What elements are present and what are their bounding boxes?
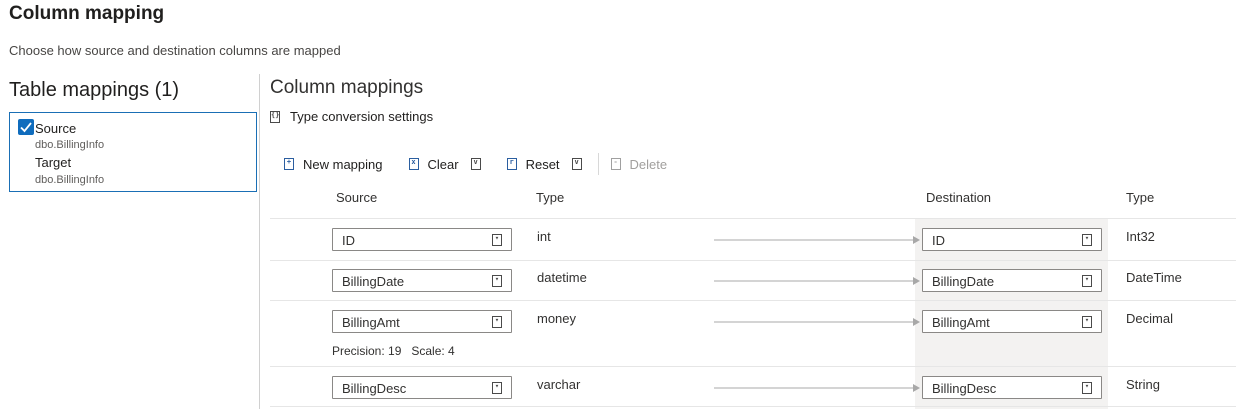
header-source: Source <box>336 190 378 205</box>
header-destination: Destination <box>926 190 992 205</box>
mapping-source-label: Source <box>35 121 77 136</box>
dropdown-icon: ▾ <box>492 234 502 246</box>
row-divider <box>270 300 1236 301</box>
reset-button[interactable]: r Reset <box>493 157 560 172</box>
new-mapping-label: New mapping <box>303 156 383 172</box>
row-divider <box>270 260 1236 261</box>
column-mappings-heading: Column mappings <box>270 77 424 98</box>
mapping-target-label: Target <box>35 155 72 170</box>
source-column-value: BillingAmt <box>342 315 400 330</box>
source-column-field[interactable]: BillingAmt ▾ <box>332 310 512 333</box>
type-conversion-label: Type conversion settings <box>290 109 434 124</box>
type-conversion-settings-button[interactable]: {} Type conversion settings <box>270 109 433 124</box>
delete-label: Delete <box>629 156 668 172</box>
source-column-field[interactable]: BillingDate ▾ <box>332 269 512 292</box>
page-subtitle: Choose how source and destination column… <box>9 43 341 58</box>
source-column-field[interactable]: ID ▾ <box>332 228 512 251</box>
dropdown-icon: ▾ <box>1082 382 1092 394</box>
panel-divider <box>259 74 260 409</box>
dropdown-icon: v <box>571 158 582 170</box>
destination-column-value: BillingDate <box>932 274 995 289</box>
destination-type: String <box>1126 377 1160 392</box>
dropdown-icon: v <box>470 158 481 170</box>
delete-button[interactable]: - Delete <box>605 156 668 172</box>
toolbar-separator <box>597 153 599 175</box>
reset-dropdown-button[interactable]: v <box>571 158 582 170</box>
dropdown-icon: ▾ <box>1082 234 1092 246</box>
dropdown-icon: ▾ <box>1082 275 1092 287</box>
dropdown-icon: ▾ <box>492 275 502 287</box>
clear-button[interactable]: x Clear <box>395 157 459 172</box>
row-divider <box>270 366 1236 367</box>
new-mapping-button[interactable]: + New mapping <box>270 157 383 172</box>
mapping-target-table: dbo.BillingInfo <box>35 174 105 186</box>
mapping-arrow-icon <box>714 236 920 244</box>
destination-type: DateTime <box>1126 270 1182 285</box>
clear-dropdown-button[interactable]: v <box>470 158 481 170</box>
table-mapping-item[interactable]: Source dbo.BillingInfo Target dbo.Billin… <box>9 112 257 192</box>
destination-column-value: ID <box>932 233 945 248</box>
page-title: Column mapping <box>9 3 165 24</box>
source-type: money <box>537 311 577 326</box>
destination-column-value: BillingDesc <box>932 381 997 396</box>
dropdown-icon: ▾ <box>492 316 502 328</box>
row-divider <box>270 406 1236 407</box>
type-conversion-icon: {} <box>270 110 280 123</box>
checkbox-checked-icon[interactable] <box>18 119 34 135</box>
destination-column-field[interactable]: BillingDesc ▾ <box>922 376 1102 399</box>
dropdown-icon: ▾ <box>492 382 502 394</box>
destination-type: Decimal <box>1126 311 1173 326</box>
clear-icon: x <box>408 158 419 170</box>
source-type: int <box>537 229 551 244</box>
precision-scale-text: Precision: 19 Scale: 4 <box>332 344 455 358</box>
clear-label: Clear <box>427 156 459 172</box>
destination-column-value: BillingAmt <box>932 315 990 330</box>
destination-column-field[interactable]: ID ▾ <box>922 228 1102 251</box>
table-mappings-heading: Table mappings (1) <box>9 79 180 101</box>
destination-column-field[interactable]: BillingDate ▾ <box>922 269 1102 292</box>
mapping-arrow-icon <box>714 277 920 285</box>
header-type: Type <box>536 190 565 205</box>
mapping-arrow-icon <box>714 384 920 392</box>
header-dest-type: Type <box>1126 190 1155 205</box>
destination-type: Int32 <box>1126 229 1155 244</box>
source-column-value: BillingDesc <box>342 381 407 396</box>
reset-label: Reset <box>525 156 560 172</box>
source-type: varchar <box>537 377 581 392</box>
source-column-field[interactable]: BillingDesc ▾ <box>332 376 512 399</box>
delete-icon: - <box>610 158 621 170</box>
new-mapping-icon: + <box>284 158 294 170</box>
dropdown-icon: ▾ <box>1082 316 1092 328</box>
source-column-value: BillingDate <box>342 274 405 289</box>
source-type: datetime <box>537 270 587 285</box>
mapping-source-table: dbo.BillingInfo <box>35 139 105 151</box>
mapping-toolbar: + New mapping x Clear v r Reset v - Dele… <box>270 150 679 178</box>
reset-icon: r <box>506 158 517 170</box>
destination-column-field[interactable]: BillingAmt ▾ <box>922 310 1102 333</box>
mapping-arrow-icon <box>714 318 920 326</box>
source-column-value: ID <box>342 233 355 248</box>
